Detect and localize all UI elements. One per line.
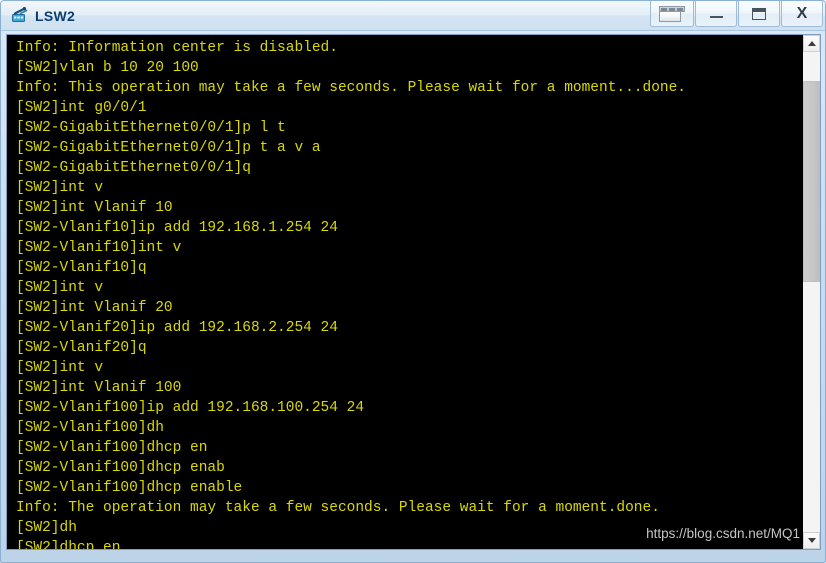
terminal-line: [SW2]vlan b 10 20 100 (16, 60, 199, 76)
window-stack-icon (659, 5, 685, 23)
window-footer (1, 556, 825, 562)
scrollbar-up-button[interactable] (803, 35, 820, 52)
terminal-line: [SW2]int v (16, 360, 104, 376)
terminal-line: [SW2-Vlanif10]ip add 192.168.1.254 24 (16, 220, 338, 236)
terminal-line: [SW2-Vlanif20]q (16, 340, 147, 356)
terminal-line: [SW2]int Vlanif 20 (16, 300, 173, 316)
restore-windows-button[interactable] (650, 1, 694, 27)
close-icon: X (796, 4, 808, 22)
terminal-line: Info: The operation may take a few secon… (16, 500, 660, 516)
terminal-line: [SW2-Vlanif100]dhcp en (16, 440, 208, 456)
maximize-button[interactable] (738, 1, 780, 27)
terminal-line: [SW2]int v (16, 280, 104, 296)
terminal-line: [SW2-Vlanif100]dhcp enab (16, 460, 225, 476)
window-title: LSW2 (35, 7, 76, 24)
scrollbar-down-button[interactable] (803, 532, 820, 549)
chevron-up-icon (807, 41, 816, 46)
terminal-line: [SW2]int g0/0/1 (16, 100, 147, 116)
terminal-line: [SW2-Vlanif100]dh (16, 420, 164, 436)
terminal-line: [SW2-Vlanif20]ip add 192.168.2.254 24 (16, 320, 338, 336)
terminal-line: [SW2-GigabitEthernet0/0/1]p l t (16, 120, 286, 136)
terminal-panel: Info: Information center is disabled. [SW… (6, 34, 821, 550)
terminal-line: [SW2]int Vlanif 100 (16, 380, 182, 396)
terminal-line: [SW2-Vlanif10]q (16, 260, 147, 276)
terminal-line: [SW2-GigabitEthernet0/0/1]p t a v a (16, 140, 321, 156)
terminal-line: [SW2-GigabitEthernet0/0/1]q (16, 160, 251, 176)
window-controls: X (649, 1, 823, 30)
chevron-down-icon (807, 538, 816, 543)
terminal-output[interactable]: Info: Information center is disabled. [SW… (7, 35, 802, 549)
network-switch-icon (11, 6, 29, 24)
terminal-scrollbar[interactable] (802, 35, 820, 549)
terminal-line: [SW2]int Vlanif 10 (16, 200, 173, 216)
maximize-icon (752, 7, 766, 20)
minimize-icon (709, 15, 723, 18)
terminal-line: [SW2-Vlanif100]dhcp enable (16, 480, 243, 496)
terminal-line: [SW2]int v (16, 180, 104, 196)
terminal-line: Info: This operation may take a few seco… (16, 80, 687, 96)
scrollbar-track[interactable] (803, 52, 820, 532)
terminal-window: LSW2 X Info: Information center is disab… (0, 0, 826, 563)
terminal-line: Info: Information center is disabled. (16, 40, 338, 56)
watermark-text: https://blog.csdn.net/MQ1 (646, 526, 800, 541)
close-button[interactable]: X (781, 1, 823, 27)
window-titlebar[interactable]: LSW2 X (1, 1, 825, 31)
terminal-line: [SW2-Vlanif100]ip add 192.168.100.254 24 (16, 400, 365, 416)
scrollbar-thumb[interactable] (803, 80, 820, 283)
minimize-button[interactable] (695, 1, 737, 27)
terminal-line: [SW2-Vlanif10]int v (16, 240, 182, 256)
